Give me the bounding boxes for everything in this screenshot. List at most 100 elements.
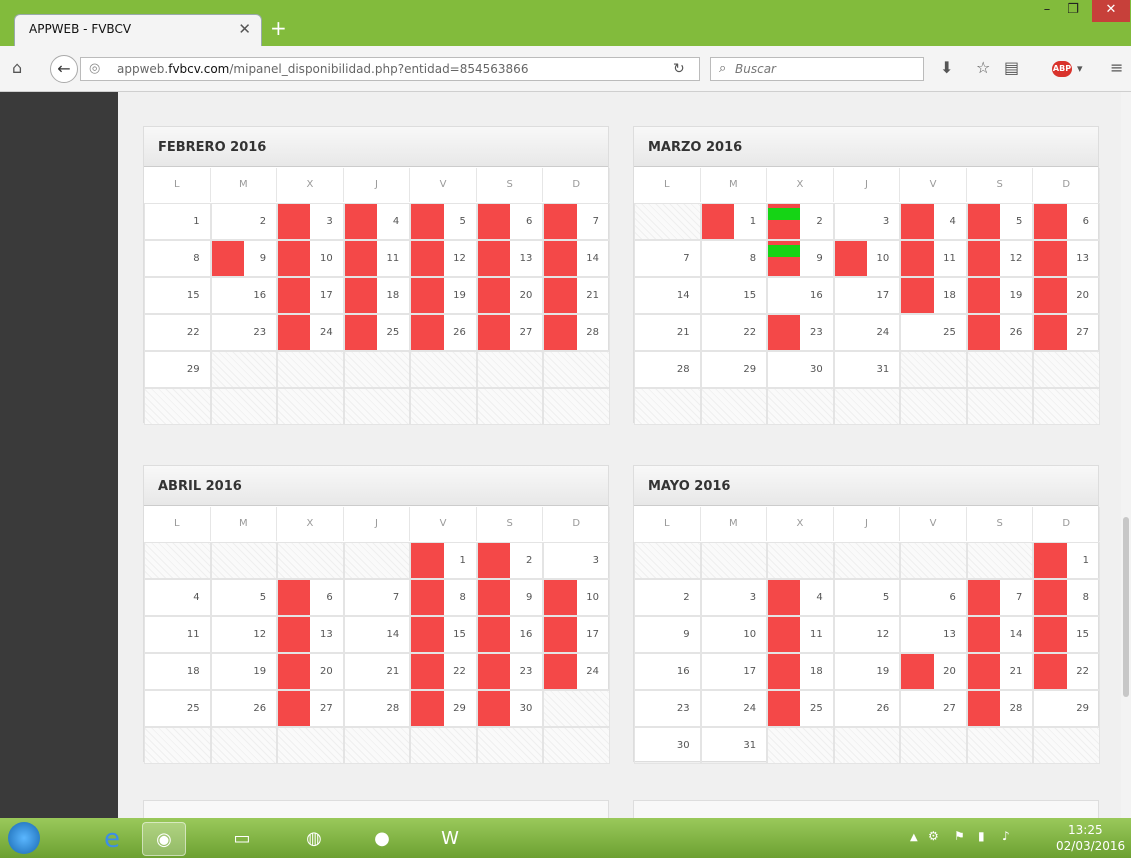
calendar-day-cell[interactable]: 13	[476, 240, 544, 277]
calendar-day-cell[interactable]: 10	[833, 240, 901, 277]
page-scrollbar[interactable]	[1121, 92, 1131, 819]
download-icon[interactable]: ⬇	[940, 58, 953, 77]
calendar-day-cell[interactable]: 16	[476, 616, 544, 653]
tray-app-icon[interactable]: ⚙	[928, 829, 939, 843]
calendar-day-cell[interactable]: 15	[144, 277, 211, 314]
calendar-day-cell[interactable]: 9	[634, 616, 701, 653]
calendar-day-cell[interactable]: 6	[277, 579, 344, 616]
calendar-day-cell[interactable]: 27	[277, 690, 344, 727]
calendar-day-cell[interactable]: 6	[1033, 203, 1100, 240]
maximize-icon[interactable]: ❐	[1060, 0, 1086, 22]
search-bar[interactable]: ⌕ Buscar	[710, 57, 924, 81]
calendar-day-cell[interactable]: 2	[210, 203, 278, 240]
calendar-day-cell[interactable]: 19	[410, 277, 477, 314]
reading-list-icon[interactable]: ▤	[1004, 58, 1019, 77]
calendar-day-cell[interactable]: 4	[767, 579, 834, 616]
calendar-day-cell[interactable]: 21	[343, 653, 411, 690]
calendar-day-cell[interactable]: 15	[700, 277, 768, 314]
back-arrow-icon[interactable]: ←	[50, 55, 78, 83]
start-button-icon[interactable]	[8, 822, 40, 854]
calendar-day-cell[interactable]: 26	[833, 690, 901, 727]
calendar-day-cell[interactable]: 30	[767, 351, 834, 388]
calendar-day-cell[interactable]: 25	[343, 314, 411, 351]
chrome-icon[interactable]: ◍	[292, 822, 336, 856]
calendar-day-cell[interactable]: 27	[476, 314, 544, 351]
calendar-day-cell[interactable]: 1	[410, 542, 477, 579]
calendar-day-cell[interactable]: 5	[210, 579, 278, 616]
address-bar[interactable]: ◎ appweb.fvbcv.com/mipanel_disponibilida…	[80, 57, 700, 81]
calendar-day-cell[interactable]: 14	[966, 616, 1034, 653]
calendar-day-cell[interactable]: 1	[144, 203, 211, 240]
calendar-day-cell[interactable]: 23	[634, 690, 701, 727]
calendar-day-cell[interactable]: 6	[476, 203, 544, 240]
calendar-day-cell[interactable]: 17	[277, 277, 344, 314]
calendar-day-cell[interactable]: 10	[543, 579, 610, 616]
calendar-day-cell[interactable]: 25	[144, 690, 211, 727]
calendar-day-cell[interactable]: 9	[476, 579, 544, 616]
calendar-day-cell[interactable]: 7	[543, 203, 610, 240]
calendar-day-cell[interactable]: 18	[343, 277, 411, 314]
calendar-day-cell[interactable]: 29	[144, 351, 211, 388]
new-tab-icon[interactable]: +	[270, 16, 287, 40]
action-center-icon[interactable]: ⚑	[954, 829, 965, 843]
app-icon[interactable]: ●	[360, 822, 404, 856]
volume-muted-icon[interactable]: ♪	[1002, 829, 1010, 843]
clock-time[interactable]: 13:25	[1068, 823, 1103, 837]
calendar-day-cell[interactable]: 26	[966, 314, 1034, 351]
calendar-day-cell[interactable]: 14	[634, 277, 701, 314]
calendar-day-cell[interactable]: 11	[767, 616, 834, 653]
calendar-day-cell[interactable]: 19	[966, 277, 1034, 314]
calendar-day-cell[interactable]: 23	[210, 314, 278, 351]
browser-tab[interactable]: APPWEB - FVBCV ✕	[14, 14, 262, 46]
menu-icon[interactable]: ≡	[1110, 58, 1123, 77]
calendar-day-cell[interactable]: 31	[833, 351, 901, 388]
calendar-day-cell[interactable]: 11	[343, 240, 411, 277]
network-icon[interactable]: ▮	[978, 829, 985, 843]
calendar-day-cell[interactable]: 28	[966, 690, 1034, 727]
calendar-day-cell[interactable]: 3	[700, 579, 768, 616]
calendar-day-cell[interactable]: 18	[144, 653, 211, 690]
calendar-day-cell[interactable]: 5	[966, 203, 1034, 240]
calendar-day-cell[interactable]: 5	[833, 579, 901, 616]
calendar-day-cell[interactable]: 22	[410, 653, 477, 690]
calendar-day-cell[interactable]: 12	[410, 240, 477, 277]
minimize-icon[interactable]: –	[1034, 0, 1060, 22]
calendar-day-cell[interactable]: 16	[210, 277, 278, 314]
window-close-icon[interactable]: ✕	[1092, 0, 1130, 22]
calendar-day-cell[interactable]: 17	[543, 616, 610, 653]
calendar-day-cell[interactable]: 23	[476, 653, 544, 690]
file-explorer-icon[interactable]: ▭	[220, 822, 264, 856]
calendar-day-cell[interactable]: 30	[634, 727, 701, 764]
calendar-day-cell[interactable]: 12	[966, 240, 1034, 277]
calendar-day-cell[interactable]: 17	[700, 653, 768, 690]
scrollbar-thumb[interactable]	[1123, 517, 1129, 697]
calendar-day-cell[interactable]: 26	[410, 314, 477, 351]
calendar-day-cell[interactable]: 15	[1033, 616, 1100, 653]
calendar-day-cell[interactable]: 4	[900, 203, 967, 240]
calendar-day-cell[interactable]: 22	[1033, 653, 1100, 690]
calendar-day-cell[interactable]: 9	[210, 240, 278, 277]
calendar-day-cell[interactable]: 18	[900, 277, 967, 314]
calendar-day-cell[interactable]: 14	[343, 616, 411, 653]
calendar-day-cell[interactable]: 12	[833, 616, 901, 653]
calendar-day-cell[interactable]: 18	[767, 653, 834, 690]
calendar-day-cell[interactable]: 2	[634, 579, 701, 616]
calendar-day-cell[interactable]: 2	[476, 542, 544, 579]
calendar-day-cell[interactable]: 30	[476, 690, 544, 727]
calendar-day-cell[interactable]: 1	[1033, 542, 1100, 579]
calendar-day-cell[interactable]: 20	[1033, 277, 1100, 314]
calendar-day-cell[interactable]: 20	[277, 653, 344, 690]
close-tab-icon[interactable]: ✕	[238, 20, 251, 38]
home-icon[interactable]: ⌂	[12, 58, 22, 77]
calendar-day-cell[interactable]: 2	[767, 203, 834, 240]
calendar-day-cell[interactable]: 15	[410, 616, 477, 653]
calendar-day-cell[interactable]: 19	[210, 653, 278, 690]
calendar-day-cell[interactable]: 16	[634, 653, 701, 690]
calendar-day-cell[interactable]: 17	[833, 277, 901, 314]
calendar-day-cell[interactable]: 28	[634, 351, 701, 388]
calendar-day-cell[interactable]: 26	[210, 690, 278, 727]
calendar-day-cell[interactable]: 8	[144, 240, 211, 277]
calendar-day-cell[interactable]: 13	[277, 616, 344, 653]
calendar-day-cell[interactable]: 25	[900, 314, 967, 351]
calendar-day-cell[interactable]: 19	[833, 653, 901, 690]
